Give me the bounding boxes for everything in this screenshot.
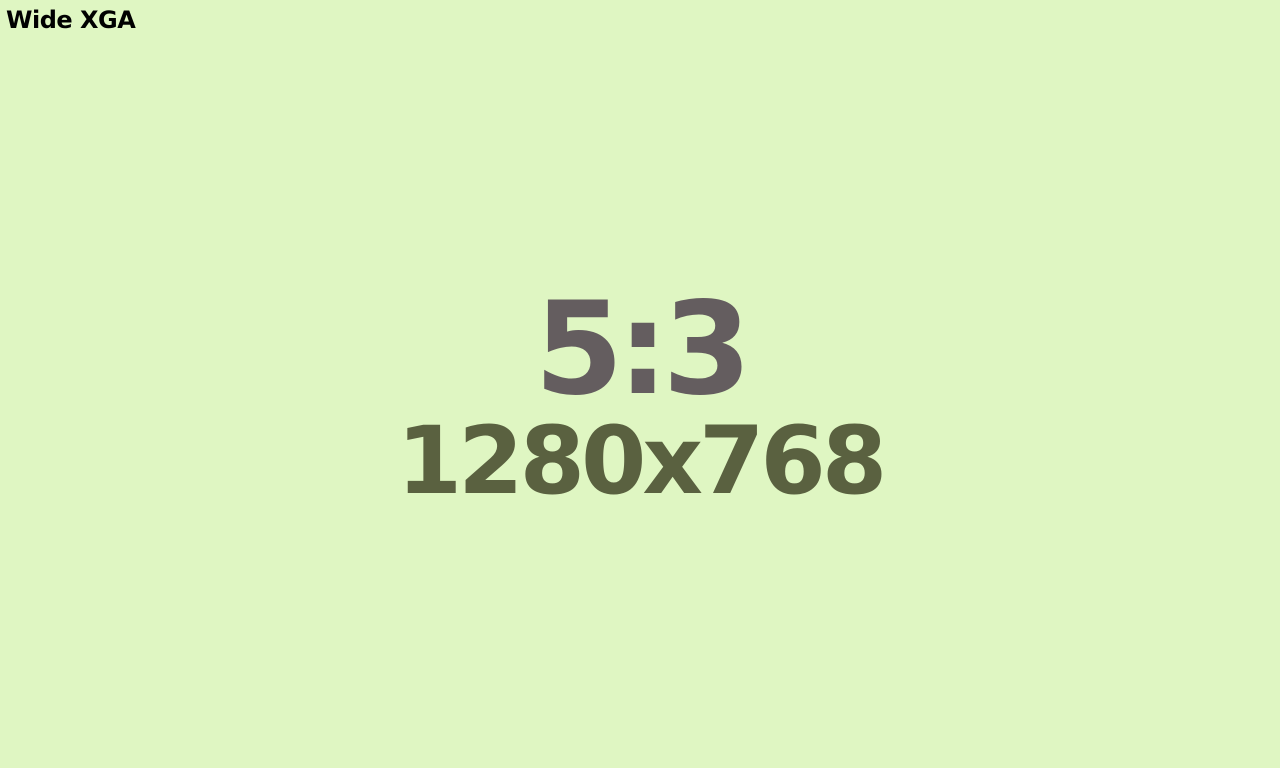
- resolution-label: 1280x768: [396, 407, 887, 516]
- aspect-ratio-label: 5:3: [534, 275, 751, 424]
- page-title: Wide XGA: [6, 6, 136, 34]
